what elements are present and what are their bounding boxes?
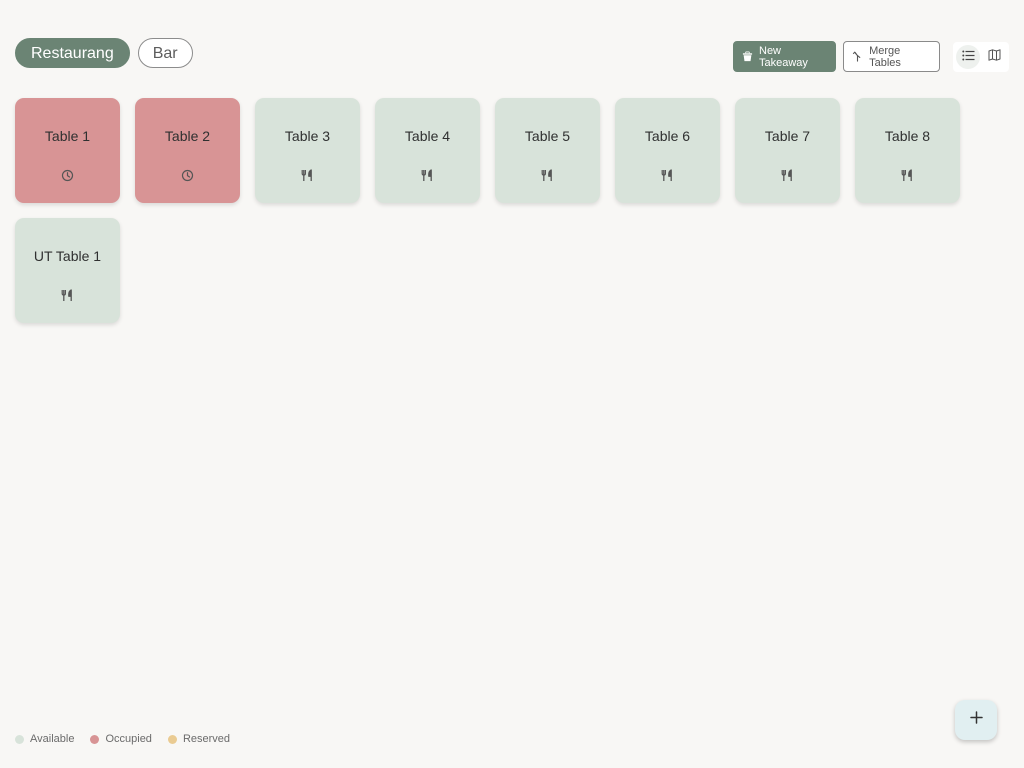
merge-tables-label: Merge Tables [869, 44, 901, 69]
merge-tables-button[interactable]: Merge Tables [843, 41, 940, 72]
clock-icon [15, 169, 120, 182]
cutlery-icon [375, 169, 480, 182]
legend-item: Reserved [167, 733, 231, 745]
new-takeaway-button[interactable]: New Takeaway [733, 41, 836, 72]
table-card[interactable]: Table 4 [375, 98, 480, 203]
table-name: Table 3 [284, 128, 331, 144]
cutlery-icon [855, 169, 960, 182]
toolbar: New Takeaway Merge Tables [733, 41, 1009, 72]
table-name: Table 7 [764, 128, 811, 144]
takeaway-bag-icon [742, 51, 753, 63]
legend-dot [167, 734, 177, 744]
legend-item: Occupied [90, 733, 152, 745]
legend-dot [90, 734, 100, 744]
list-view-button[interactable] [956, 44, 980, 69]
cutlery-icon [495, 169, 600, 182]
plus-icon [969, 711, 983, 729]
table-name: Table 4 [404, 128, 451, 144]
table-overview-screen: Restaurang Bar New Takeaway Merge Tables… [0, 0, 1024, 768]
merge-icon [852, 51, 863, 63]
cutlery-icon [255, 169, 360, 182]
table-card[interactable]: Table 6 [615, 98, 720, 203]
table-card[interactable]: UT Table 1 [15, 218, 120, 323]
view-toggle [953, 41, 1009, 72]
table-card[interactable]: Table 8 [855, 98, 960, 203]
table-name: Table 6 [644, 128, 691, 144]
legend-label: Occupied [105, 733, 152, 745]
map-view-icon [988, 48, 1001, 66]
table-name: Table 1 [44, 128, 91, 144]
legend-dot [15, 734, 24, 744]
table-grid: Table 1 Table 2 Table 3 Table 4 Table 5 Table… [15, 98, 975, 323]
table-card[interactable]: Table 1 [15, 98, 120, 203]
area-tab-restaurang[interactable]: Restaurang [15, 38, 130, 68]
legend-item: Available [15, 733, 74, 745]
table-name: Table 2 [164, 128, 211, 144]
table-card[interactable]: Table 7 [735, 98, 840, 203]
status-legend: Available Occupied Reserved [15, 733, 246, 745]
table-name: Table 8 [884, 128, 931, 144]
area-tab-bar[interactable]: Bar [137, 38, 193, 68]
table-card[interactable]: Table 2 [135, 98, 240, 203]
list-view-icon [961, 48, 975, 66]
table-name: UT Table 1 [33, 248, 102, 264]
new-takeaway-label: New Takeaway [759, 44, 808, 69]
add-table-button[interactable] [955, 700, 997, 740]
area-tabs: Restaurang Bar [15, 38, 193, 68]
cutlery-icon [15, 289, 120, 302]
legend-label: Available [30, 733, 75, 745]
table-card[interactable]: Table 5 [495, 98, 600, 203]
clock-icon [135, 169, 240, 182]
legend-label: Reserved [182, 733, 231, 745]
table-name: Table 5 [524, 128, 571, 144]
cutlery-icon [615, 169, 720, 182]
cutlery-icon [735, 169, 840, 182]
map-view-button[interactable] [982, 45, 1006, 69]
table-card[interactable]: Table 3 [255, 98, 360, 203]
